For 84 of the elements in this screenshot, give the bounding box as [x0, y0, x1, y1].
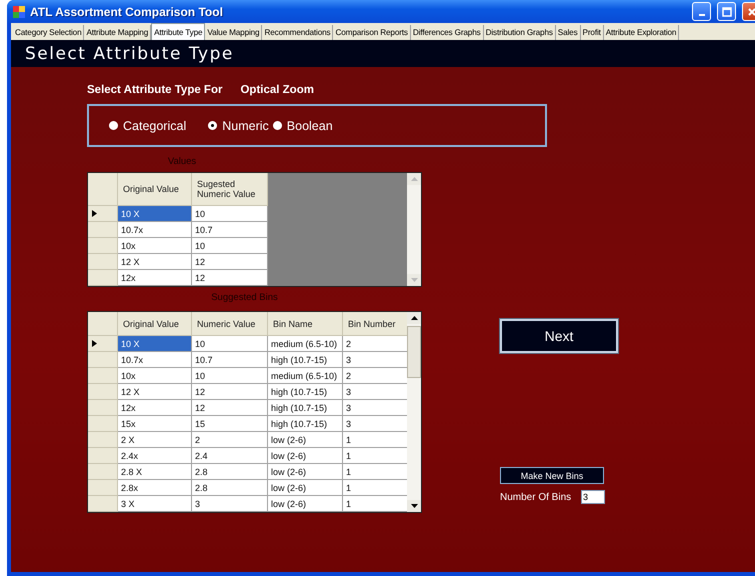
table-cell[interactable]: 15x: [118, 416, 192, 432]
table-cell[interactable]: low (2-6): [268, 432, 343, 448]
table-cell[interactable]: high (10.7-15): [268, 400, 343, 416]
table-cell[interactable]: 2.4x: [118, 448, 192, 464]
table-cell[interactable]: high (10.7-15): [268, 416, 343, 432]
attribute-name: Optical Zoom: [240, 84, 314, 96]
prompt-label: Select Attribute Type For: [87, 84, 222, 96]
table-cell[interactable]: 2.8x: [118, 480, 192, 496]
table-cell[interactable]: 1: [343, 496, 408, 512]
table-cell[interactable]: 12 X: [118, 254, 192, 270]
table-cell[interactable]: low (2-6): [268, 448, 343, 464]
bins-input[interactable]: 3: [581, 490, 605, 504]
table-cell[interactable]: 3: [343, 416, 408, 432]
tab[interactable]: Category Selection: [13, 25, 84, 40]
table-cell[interactable]: 2.8: [192, 464, 268, 480]
next-button[interactable]: Next: [500, 319, 618, 353]
column-header[interactable]: Bin Name: [268, 312, 343, 336]
table-cell[interactable]: 12: [192, 384, 268, 400]
table-cell[interactable]: 2 X: [118, 432, 192, 448]
column-header[interactable]: Sugested Numeric Value: [192, 173, 268, 206]
table-cell[interactable]: 3 X: [118, 496, 192, 512]
table-cell[interactable]: 2: [343, 336, 408, 352]
table-cell[interactable]: 12x: [118, 270, 192, 286]
radio-button[interactable]: Categorical: [109, 118, 186, 132]
page-title: Select Attribute Type: [25, 44, 234, 64]
tab[interactable]: Differences Graphs: [410, 25, 484, 40]
table-cell[interactable]: 2.4: [192, 448, 268, 464]
tab[interactable]: Sales: [556, 25, 581, 40]
table-cell[interactable]: 12x: [118, 400, 192, 416]
column-header[interactable]: Original Value: [118, 173, 192, 206]
table-cell[interactable]: 2.8: [192, 480, 268, 496]
table-cell[interactable]: 12: [192, 254, 268, 270]
table-cell[interactable]: 10.7x: [118, 352, 192, 368]
tab[interactable]: Distribution Graphs: [484, 25, 556, 40]
table-cell[interactable]: 10x: [118, 238, 192, 254]
table-caption: Values: [166, 156, 198, 169]
tab[interactable]: Comparison Reports: [333, 25, 411, 40]
table-cell[interactable]: 10x: [118, 368, 192, 384]
bins-label: Number Of Bins: [500, 492, 572, 502]
tab[interactable]: Attribute Mapping: [84, 25, 152, 40]
column-header[interactable]: Numeric Value: [192, 312, 268, 336]
table-cell[interactable]: low (2-6): [268, 464, 343, 480]
table-cell[interactable]: 3: [343, 400, 408, 416]
tab[interactable]: Attribute Type: [151, 23, 206, 40]
table-cell[interactable]: medium (6.5-10): [268, 368, 343, 384]
table-cell[interactable]: low (2-6): [268, 496, 343, 512]
table-cell[interactable]: 10: [192, 238, 268, 254]
table-cell[interactable]: high (10.7-15): [268, 352, 343, 368]
table-cell[interactable]: 10 X: [118, 336, 192, 352]
table-cell[interactable]: 12: [192, 400, 268, 416]
table-cell[interactable]: 10: [192, 336, 268, 352]
table-cell[interactable]: medium (6.5-10): [268, 336, 343, 352]
tab[interactable]: Profit: [580, 25, 604, 40]
table-cell[interactable]: low (2-6): [268, 480, 343, 496]
table-cell[interactable]: 10.7: [192, 222, 268, 238]
table-cell[interactable]: 1: [343, 464, 408, 480]
table-cell[interactable]: 3: [192, 496, 268, 512]
table-cell[interactable]: 2.8 X: [118, 464, 192, 480]
table-cell[interactable]: 3: [343, 384, 408, 400]
table-cell[interactable]: 2: [192, 432, 268, 448]
table-cell[interactable]: 12 X: [118, 384, 192, 400]
table-caption: Suggested Bins: [210, 292, 279, 305]
table-cell[interactable]: 15: [192, 416, 268, 432]
tab[interactable]: Attribute Exploration: [604, 25, 680, 40]
radio-button[interactable]: Numeric: [208, 118, 269, 132]
column-header[interactable]: Bin Number: [343, 312, 408, 336]
table-cell[interactable]: 10 X: [118, 206, 192, 222]
table-cell[interactable]: 1: [343, 480, 408, 496]
tab[interactable]: Value Mapping: [205, 25, 262, 40]
table-cell[interactable]: 1: [343, 432, 408, 448]
make-bins-button[interactable]: Make New Bins: [500, 467, 604, 484]
table-cell[interactable]: 3: [343, 352, 408, 368]
radio-button[interactable]: Boolean: [272, 118, 333, 132]
column-header[interactable]: Original Value: [118, 312, 192, 336]
table-cell[interactable]: 2: [343, 368, 408, 384]
table-cell[interactable]: 10: [192, 206, 268, 222]
table-cell[interactable]: 10.7x: [118, 222, 192, 238]
table-cell[interactable]: 12: [192, 270, 268, 286]
table-cell[interactable]: 1: [343, 448, 408, 464]
table-cell[interactable]: high (10.7-15): [268, 384, 343, 400]
table-cell[interactable]: 10.7: [192, 352, 268, 368]
window-title: ATL Assortment Comparison Tool: [30, 4, 224, 18]
table-cell[interactable]: 10: [192, 368, 268, 384]
tab[interactable]: Recommendations: [262, 25, 334, 40]
